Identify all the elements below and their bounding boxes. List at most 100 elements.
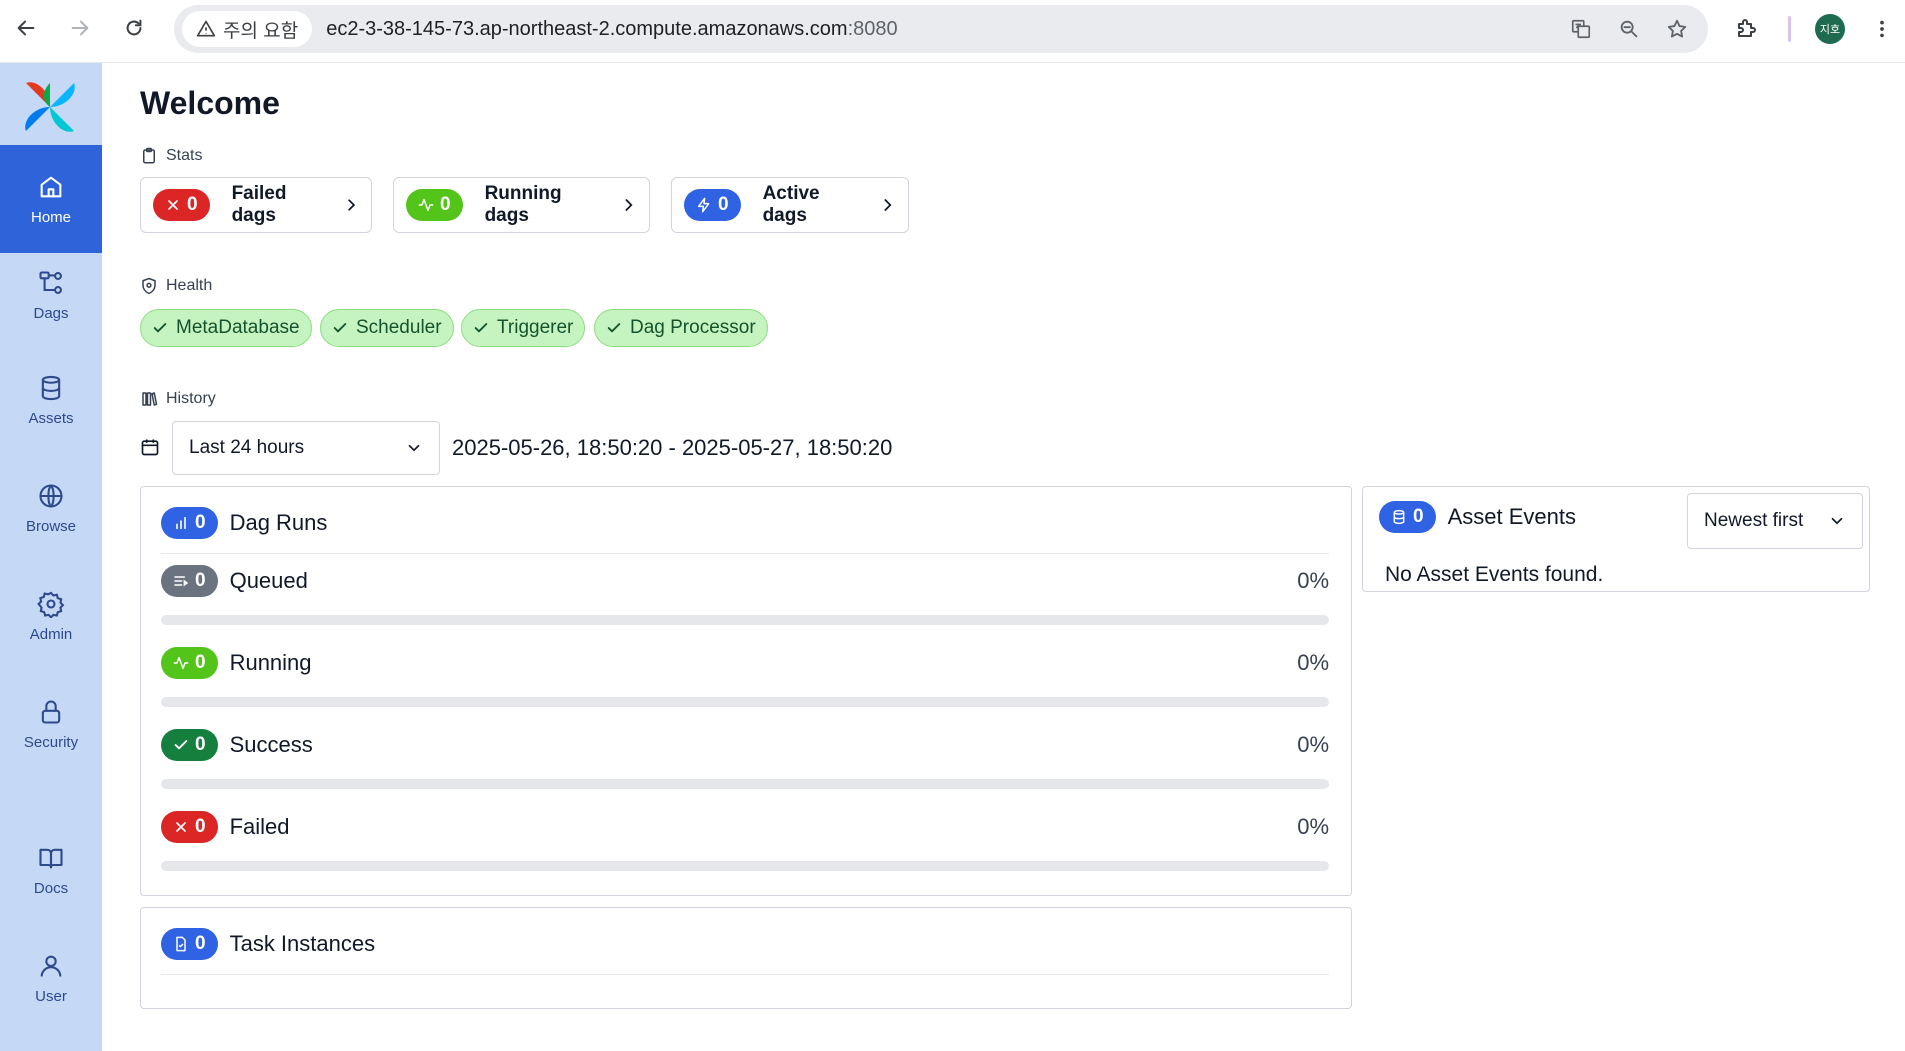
star-icon <box>1667 19 1687 38</box>
puzzle-icon <box>1738 19 1756 37</box>
bookmark-button[interactable] <box>1660 12 1694 46</box>
sidebar-item-admin[interactable]: Admin <box>0 590 102 643</box>
time-range-select[interactable]: Last 24 hours <box>172 421 440 475</box>
calendar-icon <box>141 439 159 456</box>
task-instances-header: 0 Task Instances <box>161 928 375 960</box>
success-progress-bar <box>161 779 1329 789</box>
queued-progress-bar <box>161 615 1329 625</box>
task-instances-title: Task Instances <box>229 931 376 956</box>
asset-events-empty-message: No Asset Events found. <box>1385 563 1604 586</box>
database-icon <box>41 375 61 401</box>
running-badge: 0 <box>161 647 218 679</box>
asset-events-count: 0 <box>1413 506 1424 527</box>
sidebar-item-user[interactable]: User <box>0 952 102 1005</box>
file-check-icon <box>176 936 186 952</box>
sidebar-item-label: Home <box>30 208 71 226</box>
health-metadatabase-badge: MetaDatabase <box>140 309 312 347</box>
sidebar-item-dags[interactable]: Dags <box>0 269 102 322</box>
forward-button[interactable] <box>62 10 98 46</box>
health-item-label: Dag Processor <box>630 317 756 338</box>
dag-run-row-queued[interactable]: 0 Queued 0% <box>161 565 1329 597</box>
asset-events-panel: 0 Asset Events Newest first No Asset Eve… <box>1362 486 1870 592</box>
address-bar[interactable]: 주의 요함 ec2-3-38-145-73.ap-northeast-2.com… <box>174 5 1708 53</box>
zoom-out-icon <box>1620 20 1638 38</box>
task-instances-panel: 0 Task Instances <box>140 907 1352 1009</box>
browser-menu-button[interactable] <box>1867 9 1897 49</box>
back-button[interactable] <box>8 10 44 46</box>
bar-chart-icon <box>176 516 186 530</box>
stats-section-label: Stats <box>140 147 202 165</box>
queue-list-icon <box>174 576 189 587</box>
sidebar-item-label: Admin <box>29 626 73 643</box>
failed-dags-card[interactable]: 0 Failed dags <box>140 177 372 233</box>
arrow-right-icon <box>71 20 89 36</box>
dag-run-row-success[interactable]: 0 Success 0% <box>161 729 1329 761</box>
globe-icon <box>39 484 63 508</box>
success-badge: 0 <box>161 729 218 761</box>
chevron-right-icon <box>884 199 892 211</box>
database-icon <box>1393 509 1405 525</box>
dag-runs-count-badge: 0 <box>161 507 218 539</box>
browser-toolbar: 주의 요함 ec2-3-38-145-73.ap-northeast-2.com… <box>0 0 1905 63</box>
dag-run-row-failed[interactable]: 0 Failed 0% <box>161 811 1329 843</box>
active-dags-card[interactable]: 0 Active dags <box>671 177 909 233</box>
failed-count: 0 <box>195 816 206 837</box>
sidebar-item-label: Dags <box>33 305 69 322</box>
queued-label: Queued <box>229 568 308 593</box>
health-dag-processor-badge: Dag Processor <box>594 309 768 347</box>
sidebar-item-security[interactable]: Security <box>0 698 102 751</box>
running-label: Running <box>229 650 312 675</box>
dag-runs-count: 0 <box>195 512 206 533</box>
zoom-button[interactable] <box>1612 12 1646 46</box>
failed-dags-count: 0 <box>187 194 198 215</box>
stats-label: Stats <box>166 147 203 164</box>
warning-icon <box>196 20 216 37</box>
asset-events-title: Asset Events <box>1447 504 1576 529</box>
url-text[interactable]: ec2-3-38-145-73.ap-northeast-2.compute.a… <box>326 18 897 41</box>
failed-dags-label: Failed dags <box>231 183 287 226</box>
activity-icon <box>418 198 434 212</box>
dag-run-row-running[interactable]: 0 Running 0% <box>161 647 1329 679</box>
sidebar-item-home[interactable]: Home <box>0 145 102 253</box>
asset-events-sort-select[interactable]: Newest first <box>1687 493 1863 549</box>
reload-icon <box>126 19 142 36</box>
url-host: ec2-3-38-145-73.ap-northeast-2.compute.a… <box>326 17 848 40</box>
sidebar-item-label: Security <box>23 734 79 751</box>
activity-icon <box>173 656 189 670</box>
library-icon <box>142 392 158 406</box>
chevron-right-icon <box>625 199 633 211</box>
sidebar-item-browse[interactable]: Browse <box>0 482 102 535</box>
arrow-left-icon <box>17 20 35 36</box>
url-port: :8080 <box>847 17 898 40</box>
running-dags-card[interactable]: 0 Running dags <box>393 177 650 233</box>
active-dags-count: 0 <box>718 194 729 215</box>
queued-badge: 0 <box>161 565 218 597</box>
security-warning-label: 주의 요함 <box>223 20 299 42</box>
divider <box>161 974 1329 975</box>
history-label: History <box>166 390 216 407</box>
home-icon <box>40 176 62 197</box>
task-instances-count-badge: 0 <box>161 928 218 960</box>
sidebar-item-assets[interactable]: Assets <box>0 374 102 427</box>
failed-label: Failed <box>229 814 290 839</box>
page-title: Welcome <box>140 85 280 121</box>
security-warning-chip[interactable]: 주의 요함 <box>182 11 313 47</box>
translate-button[interactable] <box>1564 12 1598 46</box>
profile-avatar[interactable]: 지호 <box>1815 14 1845 44</box>
failed-dags-badge: 0 <box>153 189 210 221</box>
dag-runs-title: Dag Runs <box>229 510 328 535</box>
time-range-text: 2025-05-26, 18:50:20 - 2025-05-27, 18:50… <box>452 435 893 460</box>
sort-value: Newest first <box>1704 510 1804 531</box>
sidebar-item-docs[interactable]: Docs <box>0 844 102 897</box>
extensions-button[interactable] <box>1726 9 1766 49</box>
airflow-logo-icon[interactable] <box>20 77 80 137</box>
health-item-label: MetaDatabase <box>176 317 300 338</box>
x-icon <box>176 822 186 832</box>
lock-icon <box>41 700 61 724</box>
active-dags-badge: 0 <box>684 189 741 221</box>
chevron-right-icon <box>347 199 355 211</box>
check-icon <box>153 323 167 333</box>
translate-icon <box>1571 19 1591 39</box>
reload-button[interactable] <box>116 10 152 46</box>
running-progress-bar <box>161 697 1329 707</box>
